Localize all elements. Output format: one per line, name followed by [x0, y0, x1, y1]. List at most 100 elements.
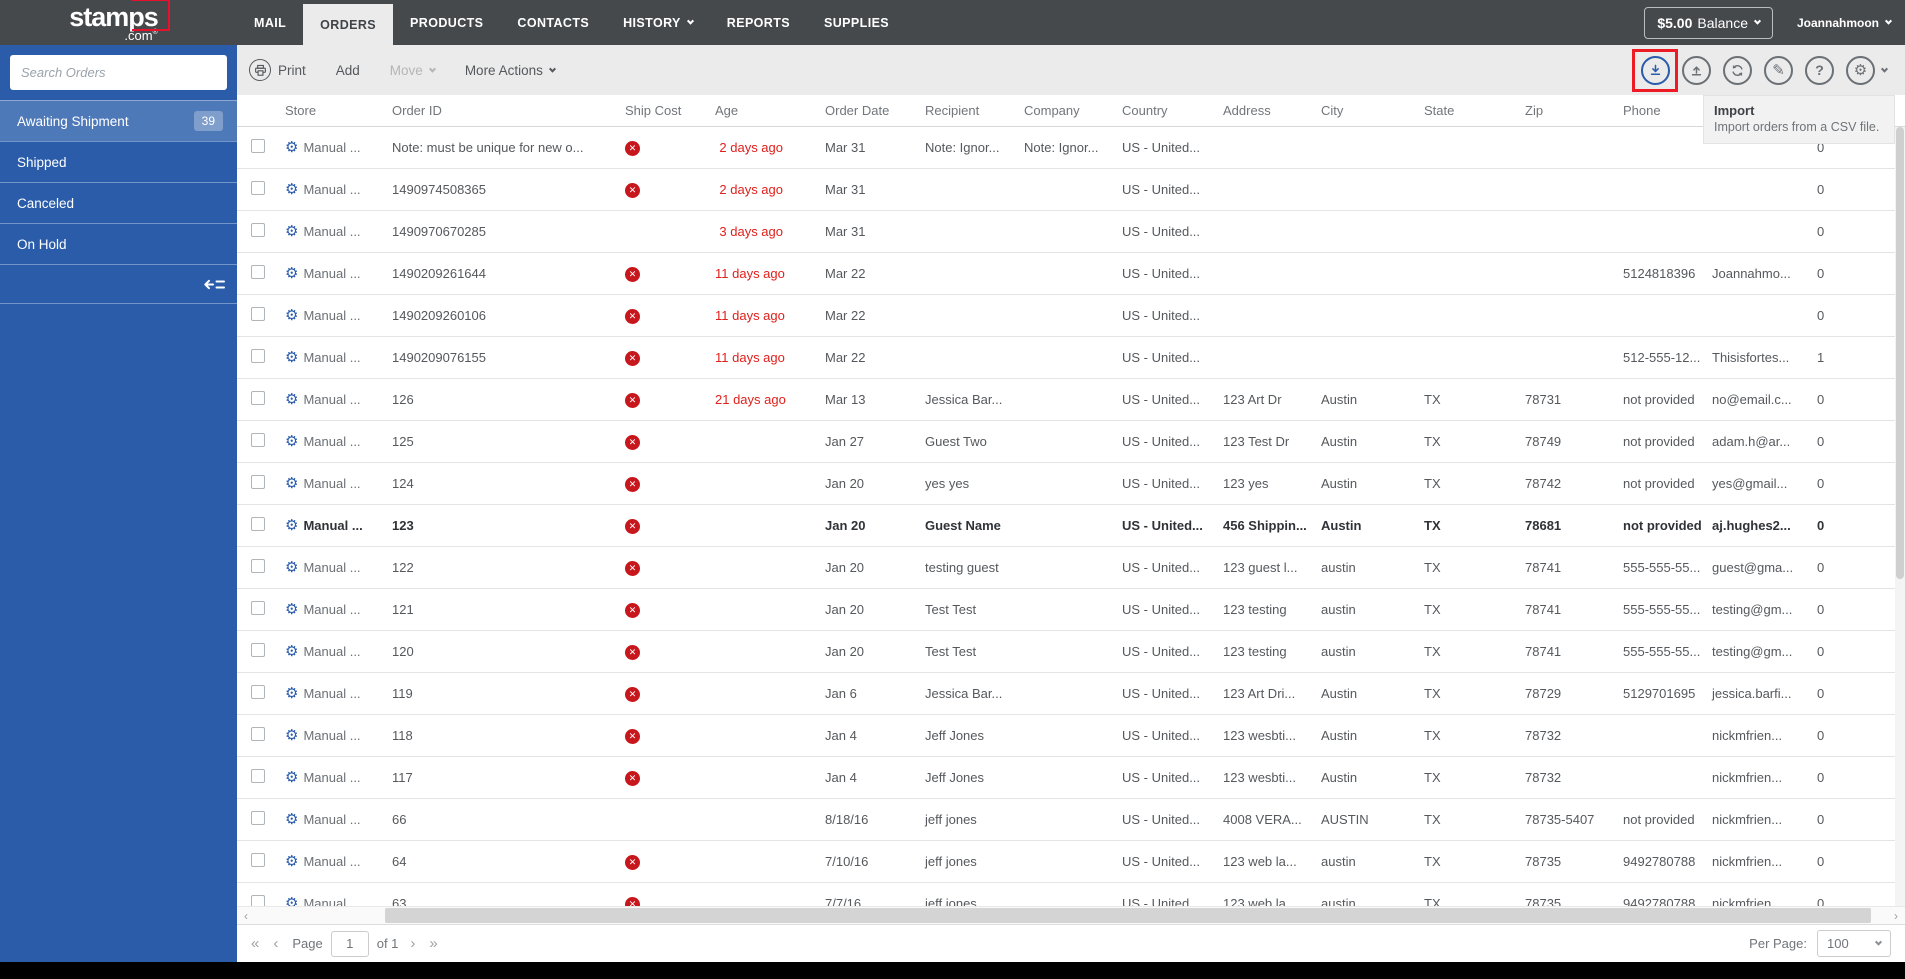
row-checkbox[interactable] [251, 769, 265, 783]
row-select-cell [237, 475, 277, 492]
bottom-black-bar [0, 962, 1905, 979]
sidebar-item-awaiting-shipment[interactable]: Awaiting Shipment 39 [0, 100, 237, 141]
scroll-right-icon[interactable]: › [1887, 909, 1905, 923]
column-header-order-id[interactable]: Order ID [384, 103, 617, 118]
row-checkbox[interactable] [251, 727, 265, 741]
more-actions-button[interactable]: More Actions [465, 63, 556, 78]
column-header-city[interactable]: City [1313, 103, 1416, 118]
scroll-left-icon[interactable]: ‹ [237, 909, 255, 923]
column-header-phone[interactable]: Phone [1615, 103, 1704, 118]
nav-supplies[interactable]: SUPPLIES [807, 0, 906, 45]
row-checkbox[interactable] [251, 349, 265, 363]
column-header-recipient[interactable]: Recipient [917, 103, 1016, 118]
table-row[interactable]: ⚙ Manual ... 122 ✕ Jan 20 testing guest U… [237, 547, 1905, 589]
horizontal-scrollbar-thumb[interactable] [385, 908, 1871, 923]
move-button[interactable]: Move [390, 63, 436, 78]
refresh-icon[interactable] [1723, 55, 1752, 85]
table-row[interactable]: ⚙ Manual ... 63 ✕ 7/7/16 jeff jones US - … [237, 883, 1905, 906]
sidebar-item-on-hold[interactable]: On Hold [0, 223, 237, 264]
table-row[interactable]: ⚙ Manual ... 1490209260106 ✕ 11 days ago … [237, 295, 1905, 337]
edit-pencil-icon[interactable]: ✎ [1764, 55, 1793, 85]
vertical-scrollbar[interactable] [1895, 127, 1905, 906]
collapse-sidebar-icon[interactable] [203, 276, 227, 293]
table-row[interactable]: ⚙ Manual ... 1490209076155 ✕ 11 days ago … [237, 337, 1905, 379]
nav-products[interactable]: PRODUCTS [393, 0, 500, 45]
last-page-button[interactable]: » [429, 935, 437, 952]
column-header-age[interactable]: Age [707, 103, 817, 118]
column-header-store[interactable]: Store [277, 103, 384, 118]
state-cell: TX [1424, 476, 1441, 491]
sidebar-item-shipped[interactable]: Shipped [0, 141, 237, 182]
table-row[interactable]: ⚙ Manual ... 1490209261644 ✕ 11 days ago … [237, 253, 1905, 295]
column-header-zip[interactable]: Zip [1517, 103, 1615, 118]
table-row[interactable]: ⚙ Manual ... 118 ✕ Jan 4 Jeff Jones US - … [237, 715, 1905, 757]
table-row[interactable]: ⚙ Manual ... 126 ✕ 21 days ago Mar 13 Jes… [237, 379, 1905, 421]
search-input[interactable] [10, 55, 227, 90]
row-checkbox[interactable] [251, 601, 265, 615]
row-checkbox[interactable] [251, 811, 265, 825]
export-upload-icon[interactable] [1682, 55, 1711, 85]
balance-button[interactable]: $5.00 Balance [1644, 6, 1773, 39]
help-icon[interactable]: ? [1805, 55, 1834, 85]
table-row[interactable]: ⚙ Manual ... 1490974508365 ✕ 2 days ago M… [237, 169, 1905, 211]
table-row[interactable]: ⚙ Manual ... 66 8/18/16 jeff jones US - U… [237, 799, 1905, 841]
row-checkbox[interactable] [251, 685, 265, 699]
table-row[interactable]: ⚙ Manual ... Note: must be unique for new… [237, 127, 1905, 169]
per-page-select[interactable]: 100 [1817, 930, 1891, 957]
row-checkbox[interactable] [251, 895, 265, 906]
table-row[interactable]: ⚙ Manual ... 124 ✕ Jan 20 yes yes US - Un… [237, 463, 1905, 505]
order-date-cell: Jan 20 [825, 476, 865, 491]
table-row[interactable]: ⚙ Manual ... 119 ✕ Jan 6 Jessica Bar... U… [237, 673, 1905, 715]
prev-page-button[interactable]: ‹ [273, 935, 278, 952]
row-checkbox[interactable] [251, 307, 265, 321]
column-header-ship-cost[interactable]: Ship Cost [617, 103, 707, 118]
nav-contacts[interactable]: CONTACTS [500, 0, 606, 45]
row-checkbox[interactable] [251, 475, 265, 489]
row-checkbox[interactable] [251, 139, 265, 153]
store-cell: ⚙ Manual ... [285, 224, 361, 239]
table-row[interactable]: ⚙ Manual ... 64 ✕ 7/10/16 jeff jones US -… [237, 841, 1905, 883]
table-row[interactable]: ⚙ Manual ... 125 ✕ Jan 27 Guest Two US - … [237, 421, 1905, 463]
table-row[interactable]: ⚙ Manual ... 1490970670285 3 days ago Mar… [237, 211, 1905, 253]
column-header-address[interactable]: Address [1215, 103, 1313, 118]
nav-mail[interactable]: MAIL [237, 0, 303, 45]
row-checkbox[interactable] [251, 853, 265, 867]
row-checkbox[interactable] [251, 223, 265, 237]
print-button[interactable]: Print [249, 59, 306, 81]
table-row[interactable]: ⚙ Manual ... 120 ✕ Jan 20 Test Test US - … [237, 631, 1905, 673]
row-checkbox[interactable] [251, 181, 265, 195]
horizontal-scrollbar-track[interactable] [255, 907, 1887, 924]
nav-orders[interactable]: ORDERS [303, 4, 394, 45]
row-checkbox[interactable] [251, 517, 265, 531]
ship-error-icon: ✕ [625, 267, 640, 282]
column-header-order-date[interactable]: Order Date [817, 103, 917, 118]
page-number-input[interactable] [330, 930, 369, 957]
import-download-icon[interactable] [1641, 55, 1670, 85]
row-checkbox[interactable] [251, 643, 265, 657]
column-header-country[interactable]: Country [1114, 103, 1215, 118]
sidebar-item-canceled[interactable]: Canceled [0, 182, 237, 223]
nav-reports[interactable]: REPORTS [710, 0, 807, 45]
add-button[interactable]: Add [336, 63, 360, 78]
balance-amount: $5.00 [1657, 14, 1693, 31]
order-date-cell: Jan 20 [825, 560, 865, 575]
settings-gear-icon[interactable]: ⚙ [1846, 55, 1875, 85]
user-menu[interactable]: Joannahmoon [1797, 16, 1893, 30]
row-checkbox[interactable] [251, 265, 265, 279]
row-checkbox[interactable] [251, 559, 265, 573]
logo-area[interactable]: stamps .com® [0, 0, 237, 45]
vertical-scrollbar-thumb[interactable] [1896, 127, 1904, 579]
row-select-cell [237, 307, 277, 324]
table-row[interactable]: ⚙ Manual ... 123 ✕ Jan 20 Guest Name US -… [237, 505, 1905, 547]
column-header-company[interactable]: Company [1016, 103, 1114, 118]
column-header-state[interactable]: State [1416, 103, 1517, 118]
table-row[interactable]: ⚙ Manual ... 121 ✕ Jan 20 Test Test US - … [237, 589, 1905, 631]
row-checkbox[interactable] [251, 391, 265, 405]
first-page-button[interactable]: « [251, 935, 259, 952]
zip-cell: 78735-5407 [1525, 812, 1595, 827]
table-row[interactable]: ⚙ Manual ... 117 ✕ Jan 4 Jeff Jones US - … [237, 757, 1905, 799]
ship-cost-cell: ✕ [617, 601, 707, 618]
next-page-button[interactable]: › [410, 935, 415, 952]
nav-history[interactable]: HISTORY [606, 0, 710, 45]
row-checkbox[interactable] [251, 433, 265, 447]
